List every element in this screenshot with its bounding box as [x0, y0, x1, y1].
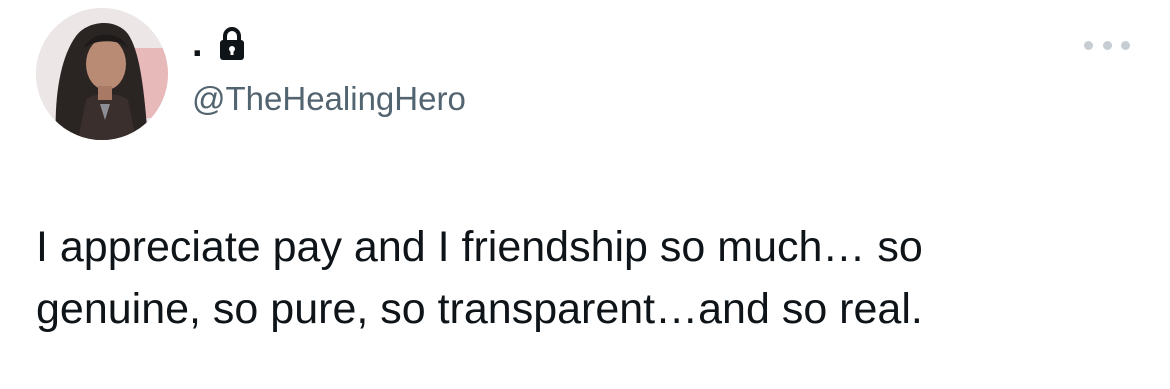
more-dot [1102, 40, 1112, 50]
tweet-text-line-2: genuine, so pure, so transparent…and so … [36, 285, 923, 333]
more-options-button[interactable] [1084, 30, 1130, 60]
lock-icon [217, 26, 247, 62]
tweet-text-line-1: I appreciate pay and I friendship so muc… [36, 223, 923, 271]
user-handle[interactable]: @TheHealingHero [192, 78, 466, 120]
tweet-text: I appreciate pay and I friendship so muc… [36, 216, 1136, 340]
display-name[interactable]: . [192, 22, 203, 66]
tweet-card: . @TheHealingHero I appreciate pay and I… [0, 0, 1170, 389]
more-dot [1084, 40, 1093, 50]
avatar[interactable] [36, 8, 168, 140]
user-name-row: . [192, 22, 247, 66]
more-dot [1121, 40, 1130, 50]
avatar-image [36, 8, 168, 140]
